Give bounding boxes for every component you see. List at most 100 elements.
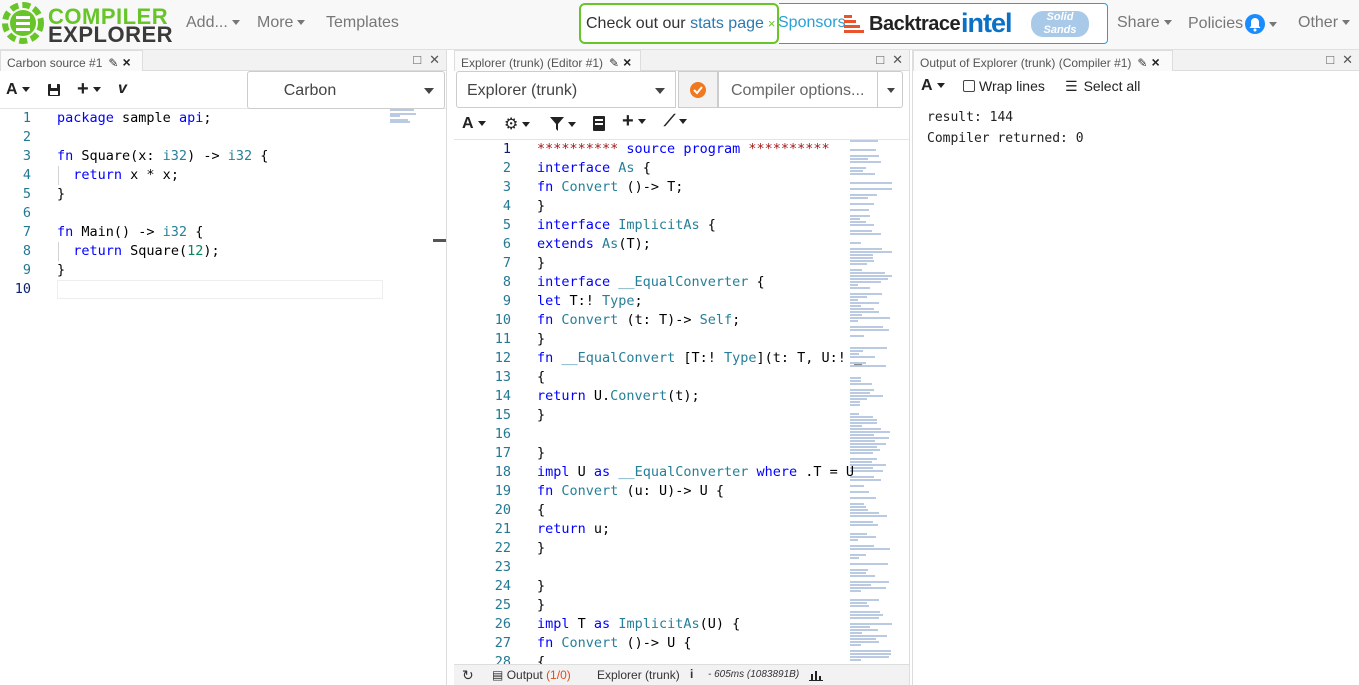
source-toolbar: A + v Carbon [0, 71, 446, 109]
font-size-label: A [921, 77, 933, 94]
code-line[interactable]: 15} [454, 406, 909, 425]
sponsor-intel[interactable]: intel [961, 8, 1013, 39]
pane-window-controls: □ ✕ [868, 52, 903, 68]
code-line[interactable]: 24} [454, 577, 909, 596]
vim-mode-icon[interactable]: v [118, 80, 127, 98]
select-all-button[interactable]: ☰ Select all [1065, 78, 1140, 95]
tab-carbon-source[interactable]: Carbon source #1 ✎ × [0, 50, 143, 71]
settings-gear-button[interactable]: ⚙ [504, 114, 531, 134]
compiler-options-input[interactable]: Compiler options... [718, 71, 878, 108]
stats-page-link[interactable]: stats page [690, 15, 764, 32]
nav-more-menu[interactable]: More [257, 14, 306, 32]
code-line[interactable]: 1 package sample api; [0, 109, 446, 128]
code-line[interactable]: 28 { [454, 653, 909, 664]
code-line[interactable]: 13 { [454, 368, 909, 387]
compiler-name-status[interactable]: Explorer (trunk) [597, 668, 680, 682]
tab-explorer[interactable]: Explorer (trunk) (Editor #1) ✎ × [454, 50, 641, 71]
wrap-lines-toggle[interactable]: Wrap lines [963, 78, 1045, 94]
output-toggle-button[interactable]: ▤ Output (1/0) [492, 668, 571, 682]
font-size-label: A [6, 81, 18, 98]
close-icon[interactable]: × [122, 54, 130, 70]
font-size-button[interactable]: A [6, 81, 30, 99]
font-size-button[interactable]: A [462, 115, 486, 133]
code-line[interactable]: 16 [454, 425, 909, 444]
sponsor-backtrace[interactable]: Backtrace [869, 13, 961, 36]
code-line[interactable]: 23 [454, 558, 909, 577]
source-code-editor[interactable]: 1 package sample api; 2 3 fn Square(x: i32) … [0, 109, 446, 685]
compiler-select[interactable]: Explorer (trunk) [456, 71, 676, 108]
code-line[interactable]: 6 [0, 204, 446, 223]
code-line[interactable]: 11} [454, 330, 909, 349]
code-line[interactable]: 12 fn __EqualConvert [T:! Type](t: T, U:!… [454, 349, 909, 368]
code-line[interactable]: 3 fn Convert ()-> T; [454, 178, 909, 197]
code-line[interactable]: 3 fn Square(x: i32) -> i32 { [0, 147, 446, 166]
compilation-status[interactable] [678, 71, 718, 108]
close-icon[interactable]: × [623, 54, 631, 70]
line-number: 2 [502, 160, 511, 176]
code-line[interactable]: 17} [454, 444, 909, 463]
compiler-explorer-logo[interactable]: COMPILER EXPLORER [2, 2, 173, 48]
code-line[interactable]: 4 return x * x; [0, 166, 446, 185]
close-icon[interactable]: ✕ [1342, 52, 1353, 67]
add-new-button[interactable]: + [77, 78, 101, 101]
refresh-icon[interactable]: ↻ [462, 667, 474, 684]
pencil-icon[interactable]: ✎ [1137, 56, 1147, 70]
output-icon: ▤ [492, 668, 504, 682]
code-line[interactable]: 8 return Square(12); [0, 242, 446, 261]
code-text: return u; [537, 521, 611, 537]
code-line[interactable]: 8 interface __EqualConverter { [454, 273, 909, 292]
close-icon[interactable]: ✕ [892, 52, 903, 67]
code-line[interactable]: 1 ********** source program ********** [454, 140, 909, 159]
explorer-output-editor[interactable]: 1 ********** source program ********** 2 in… [454, 140, 909, 664]
pencil-icon[interactable]: ✎ [108, 56, 118, 70]
nav-share-menu[interactable]: Share [1117, 14, 1172, 32]
tools-wrench-button[interactable]: ⟋ [664, 113, 688, 131]
code-line[interactable]: 9 let T:! Type; [454, 292, 909, 311]
line-number: 15 [494, 407, 511, 423]
code-line[interactable]: 10 fn Convert (t: T)-> Self; [454, 311, 909, 330]
code-line[interactable]: 5} [0, 185, 446, 204]
sponsors-box[interactable]: Sponsors Backtrace intel Solid Sands [779, 3, 1108, 44]
close-icon[interactable]: ✕ [429, 52, 440, 67]
close-icon[interactable]: × [1151, 54, 1159, 70]
code-line[interactable]: 6 extends As(T); [454, 235, 909, 254]
pencil-icon[interactable]: ✎ [609, 56, 619, 70]
code-line[interactable]: 18 impl U as __EqualConverter where .T = … [454, 463, 909, 482]
code-line[interactable]: 2 interface As { [454, 159, 909, 178]
add-tool-button[interactable]: + [622, 110, 646, 133]
code-line[interactable]: 22} [454, 539, 909, 558]
code-line[interactable]: 27 fn Convert ()-> U { [454, 634, 909, 653]
stats-banner-close-button[interactable]: × [768, 16, 776, 31]
code-line[interactable]: 25} [454, 596, 909, 615]
nav-add-menu[interactable]: Add... [186, 14, 240, 32]
code-line[interactable]: 7 fn Main() -> i32 { [0, 223, 446, 242]
code-line[interactable]: 2 [0, 128, 446, 147]
code-line[interactable]: 19 fn Convert (u: U)-> U { [454, 482, 909, 501]
code-line[interactable]: 20 { [454, 501, 909, 520]
chart-icon[interactable] [809, 669, 823, 681]
library-book-icon[interactable] [592, 116, 606, 132]
code-line[interactable]: 21 return u; [454, 520, 909, 539]
code-line[interactable]: 5 interface ImplicitAs { [454, 216, 909, 235]
save-icon[interactable] [47, 83, 61, 97]
filter-icon[interactable] [550, 117, 564, 131]
code-text: } [57, 262, 66, 278]
code-line[interactable]: 14 return U.Convert(t); [454, 387, 909, 406]
maximize-icon[interactable]: □ [413, 52, 421, 67]
tab-compiler-output[interactable]: Output of Explorer (trunk) (Compiler #1)… [913, 50, 1173, 71]
code-line[interactable]: 7} [454, 254, 909, 273]
code-line[interactable]: 9} [0, 261, 446, 280]
nav-policies-menu[interactable]: Policies [1188, 14, 1278, 34]
code-line[interactable]: 4} [454, 197, 909, 216]
nav-other-menu[interactable]: Other [1298, 14, 1351, 32]
maximize-icon[interactable]: □ [876, 52, 884, 67]
language-select[interactable]: Carbon [247, 71, 445, 109]
sponsor-solid-sands[interactable]: Solid Sands [1031, 11, 1089, 37]
options-dropdown-button[interactable] [877, 71, 903, 108]
info-icon[interactable]: i [690, 667, 693, 681]
maximize-icon[interactable]: □ [1326, 52, 1334, 67]
nav-templates[interactable]: Templates [326, 14, 399, 32]
explorer-toolbar: A ⚙ + ⟋ [454, 108, 909, 140]
code-line[interactable]: 26 impl T as ImplicitAs(U) { [454, 615, 909, 634]
font-size-button[interactable]: A [921, 77, 945, 95]
